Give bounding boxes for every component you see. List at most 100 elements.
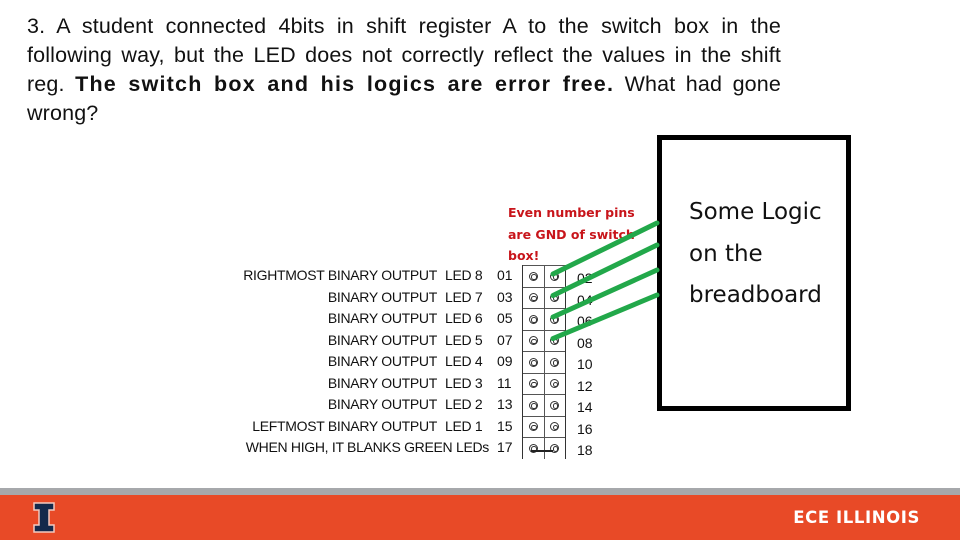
output-label: BINARY OUTPUT — [327, 396, 437, 412]
odd-pin-cell — [523, 438, 544, 459]
breadboard-logic-box: Some Logic on the breadboard — [657, 135, 851, 411]
even-pin-number: 10 — [577, 356, 593, 372]
led-label: LED 7 — [445, 288, 483, 305]
pin-socket-icon — [550, 336, 560, 346]
pin-socket-icon — [528, 271, 538, 281]
odd-pin-numbers: 01 03 05 07 09 11 13 15 17 — [497, 265, 519, 459]
pin-socket-icon — [550, 379, 560, 389]
odd-pin-cell — [523, 417, 544, 438]
odd-pin-cell — [523, 395, 544, 416]
logic-line: Some Logic — [689, 199, 822, 225]
connector-row — [523, 351, 565, 373]
even-pin-numbers: 02 04 06 08 10 12 14 16 18 — [577, 265, 599, 459]
switch-box-row: WHEN HIGH, IT BLANKS GREEN LEDs — [225, 437, 495, 459]
connector-row — [523, 394, 565, 416]
pin-socket-icon — [550, 422, 560, 432]
odd-pin-cell — [523, 374, 544, 395]
odd-pin-cell — [523, 288, 544, 309]
odd-pin-number: 01 — [497, 267, 513, 283]
output-label: BINARY OUTPUT — [327, 374, 437, 391]
even-pin-cell — [543, 266, 566, 287]
switch-box-row: BINARY OUTPUT LED 5 — [225, 330, 495, 352]
connector-row — [523, 308, 565, 330]
pin-socket-icon — [550, 400, 560, 410]
footer-brand: ECE ILLINOIS — [793, 508, 920, 527]
odd-pin-number: 05 — [497, 310, 513, 326]
pin-socket-icon — [550, 293, 560, 303]
odd-pin-number: 07 — [497, 331, 513, 348]
connector-row — [523, 372, 566, 395]
output-label: RIGHTMOST BINARY OUTPUT — [243, 267, 437, 283]
led-label: LED 8 — [445, 267, 483, 283]
footer-bar: ECE ILLINOIS — [0, 495, 960, 540]
output-label: BINARY OUTPUT — [327, 353, 437, 369]
connector-row — [523, 286, 566, 309]
pin-socket-icon — [528, 422, 538, 432]
connector-row — [523, 265, 565, 287]
logic-box-text: Some Logic on the breadboard — [689, 192, 822, 317]
odd-pin-number: 09 — [497, 353, 513, 369]
footer-stripe — [0, 488, 960, 495]
switch-box-row: BINARY OUTPUT LED 4 — [225, 351, 495, 373]
odd-pin-number: 17 — [497, 439, 513, 455]
even-pin-cell — [543, 309, 566, 330]
even-pin-cell — [543, 330, 566, 351]
even-pin-number: 16 — [577, 420, 593, 437]
switch-box-connector — [522, 265, 566, 459]
pin-socket-icon — [528, 314, 538, 324]
odd-pin-number: 11 — [497, 374, 512, 391]
odd-pin-number: 03 — [497, 288, 513, 305]
odd-pin-cell — [523, 309, 544, 330]
pin-socket-icon — [550, 357, 560, 367]
even-pin-cell — [543, 395, 566, 416]
connector-row — [523, 437, 565, 459]
pin-socket-icon — [528, 400, 538, 410]
even-pin-number: 04 — [577, 291, 593, 308]
even-pin-cell — [543, 416, 566, 437]
gnd-annotation: Even number pins are GND of switch box! — [508, 205, 635, 263]
led-label: LED 5 — [445, 331, 483, 348]
switch-box-row: LEFTMOST BINARY OUTPUT LED 1 — [225, 416, 495, 438]
pin-socket-icon — [550, 271, 560, 281]
output-label: WHEN HIGH, IT BLANKS GREEN LEDs — [245, 439, 490, 455]
odd-pin-number: 15 — [497, 417, 513, 434]
led-label: LED 6 — [445, 310, 483, 326]
question-text: 3. A student connected 4bits in shift re… — [27, 12, 781, 128]
led-label: LED 4 — [445, 353, 483, 369]
output-label: BINARY OUTPUT — [327, 310, 437, 326]
pin-socket-icon — [550, 314, 560, 324]
switch-box-row: BINARY OUTPUT LED 2 — [225, 394, 495, 416]
blanking-jumper — [531, 450, 553, 452]
question-emphasis: The switch box and his logics are error … — [75, 72, 615, 96]
switch-box-row: BINARY OUTPUT LED 3 — [225, 373, 495, 395]
odd-pin-number: 13 — [497, 396, 513, 412]
even-pin-number: 06 — [577, 313, 593, 329]
even-pin-number: 18 — [577, 442, 593, 458]
connector-row — [523, 329, 566, 352]
even-pin-number: 12 — [577, 377, 593, 394]
odd-pin-cell — [523, 352, 544, 373]
output-label: BINARY OUTPUT — [327, 288, 437, 305]
green-wire — [550, 267, 660, 320]
pin-socket-icon — [528, 293, 538, 303]
even-pin-number: 08 — [577, 334, 593, 351]
switch-box-row: BINARY OUTPUT LED 6 — [225, 308, 495, 330]
led-label: LED 1 — [445, 417, 483, 434]
even-pin-number: 02 — [577, 270, 593, 286]
logic-line: on the — [689, 240, 763, 267]
even-pin-number: 14 — [577, 399, 593, 415]
even-pin-cell — [543, 352, 566, 373]
even-pin-cell — [543, 438, 566, 459]
even-pin-cell — [543, 287, 566, 308]
odd-pin-cell — [523, 331, 544, 352]
even-pin-cell — [543, 373, 566, 394]
output-label: BINARY OUTPUT — [327, 331, 437, 348]
logic-line: breadboard — [689, 282, 822, 308]
green-wire — [550, 292, 660, 341]
output-label: LEFTMOST BINARY OUTPUT — [252, 417, 437, 434]
pin-socket-icon — [528, 357, 538, 367]
switch-box-labels: RIGHTMOST BINARY OUTPUT LED 8 BINARY OUTPU… — [225, 265, 495, 459]
pin-socket-icon — [528, 379, 538, 389]
connector-row — [523, 415, 566, 438]
led-label: LED 3 — [445, 374, 483, 391]
